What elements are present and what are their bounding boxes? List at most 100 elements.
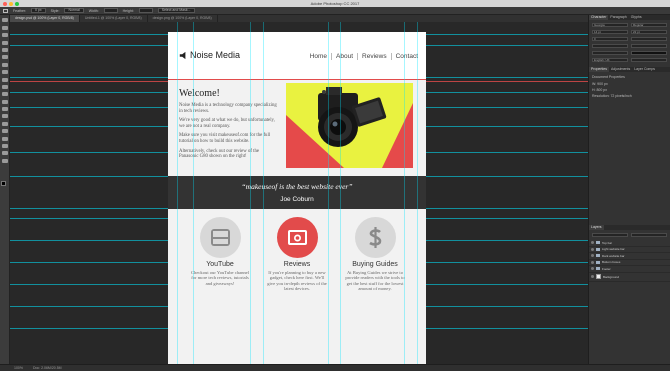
tab-character[interactable]: Character xyxy=(589,15,609,20)
tab-untitled-1[interactable]: Untitled-1 @ 100% (Layer 0, RGB/8) xyxy=(80,15,148,22)
marquee-tool-icon[interactable] xyxy=(2,25,8,30)
layer-row[interactable]: Background xyxy=(589,273,670,282)
welcome-paragraph: Alternatively, check out our review of t… xyxy=(179,148,260,160)
anti-alias-select[interactable] xyxy=(631,58,667,62)
language-select[interactable]: English: UK xyxy=(592,58,628,62)
font-size-input[interactable]: 14 pt xyxy=(592,30,628,34)
brush-tool-icon[interactable] xyxy=(2,70,8,75)
workspace[interactable]: Noise Media Home About Reviews Contact W… xyxy=(10,22,588,364)
properties-content: Document Properties W: 900 px H: 800 px … xyxy=(589,72,670,98)
tab-paragraph[interactable]: Paragraph xyxy=(608,15,628,20)
select-and-mask-button[interactable]: Select and Mask... xyxy=(157,8,195,13)
feature-card-youtube[interactable]: YouTube Checkout our YouTube channel for… xyxy=(189,217,251,286)
vertical-scale-input[interactable] xyxy=(592,44,628,48)
nav-reviews[interactable]: Reviews xyxy=(357,53,391,60)
layer-name: Bottom boxes xyxy=(602,260,621,265)
tracking-input[interactable]: 0 xyxy=(592,37,628,41)
site-logo[interactable]: Noise Media xyxy=(179,50,240,60)
hand-tool-icon[interactable] xyxy=(2,151,8,156)
guide-vertical[interactable] xyxy=(328,22,329,364)
crop-tool-icon[interactable] xyxy=(2,47,8,52)
type-tool-icon[interactable] xyxy=(2,129,8,134)
text-color-swatch[interactable] xyxy=(631,51,667,55)
font-family-select[interactable]: Georgia xyxy=(592,23,628,27)
style-select[interactable]: Normal xyxy=(64,8,84,13)
eyedropper-tool-icon[interactable] xyxy=(2,55,8,60)
eye-icon[interactable] xyxy=(591,275,594,278)
window-title: Adobe Photoshop CC 2017 xyxy=(310,1,360,6)
marquee-tool-icon[interactable] xyxy=(3,8,8,13)
horizontal-scale-input[interactable] xyxy=(631,44,667,48)
leading-input[interactable]: 22 pt xyxy=(631,30,667,34)
document-width: W: 900 px xyxy=(592,82,608,86)
feather-input[interactable]: 0 px xyxy=(31,8,46,13)
tab-layers[interactable]: Layers xyxy=(589,225,604,230)
tab-design-psd[interactable]: design.psd @ 100% (Layer 0, RGB/8) xyxy=(10,15,80,22)
eraser-tool-icon[interactable] xyxy=(2,92,8,97)
quick-select-tool-icon[interactable] xyxy=(2,40,8,45)
pen-tool-icon[interactable] xyxy=(2,121,8,126)
history-brush-tool-icon[interactable] xyxy=(2,84,8,89)
guide-vertical[interactable] xyxy=(404,22,405,364)
zoom-tool-icon[interactable] xyxy=(2,158,8,163)
kerning-input[interactable] xyxy=(631,37,667,41)
gradient-tool-icon[interactable] xyxy=(2,99,8,104)
clone-stamp-tool-icon[interactable] xyxy=(2,77,8,82)
eye-icon[interactable] xyxy=(591,260,594,264)
layer-filter-select[interactable] xyxy=(592,233,628,237)
height-input[interactable] xyxy=(138,8,153,13)
path-select-tool-icon[interactable] xyxy=(2,136,8,141)
zoom-level[interactable]: 100% xyxy=(14,365,23,371)
document-height: H: 800 px xyxy=(592,88,607,92)
guide-vertical[interactable] xyxy=(263,22,264,364)
feature-card-reviews[interactable]: Reviews If you're planning to buy a new … xyxy=(266,217,328,291)
guide-vertical[interactable] xyxy=(193,22,194,364)
properties-title: Document Properties xyxy=(592,75,625,79)
nav-about[interactable]: About xyxy=(331,53,357,60)
healing-brush-tool-icon[interactable] xyxy=(2,62,8,67)
folder-icon xyxy=(596,254,600,258)
tab-layer-comps[interactable]: Layer Comps xyxy=(632,67,657,72)
baseline-shift-input[interactable] xyxy=(592,51,628,55)
dodge-tool-icon[interactable] xyxy=(2,114,8,119)
guide-vertical[interactable] xyxy=(340,22,341,364)
width-input[interactable] xyxy=(103,8,118,13)
camera-icon xyxy=(287,230,307,245)
lasso-tool-icon[interactable] xyxy=(2,33,8,38)
tab-adjustments[interactable]: Adjustments xyxy=(609,67,632,72)
guide-vertical[interactable] xyxy=(250,22,251,364)
feature-circle xyxy=(276,217,318,258)
camera-hero-image xyxy=(286,83,413,168)
rectangle-tool-icon[interactable] xyxy=(2,144,8,149)
tab-glyphs[interactable]: Glyphs xyxy=(629,15,644,20)
eye-icon[interactable] xyxy=(591,267,594,271)
font-style-select[interactable]: Regular xyxy=(631,23,667,27)
feather-label: Feather: xyxy=(13,8,27,13)
feature-card-buying-guides[interactable]: Buying Guides At Buying Guides we strive… xyxy=(344,217,406,291)
testimonial-band: “makeuseof is the best website ever” Joe… xyxy=(168,176,426,209)
blur-tool-icon[interactable] xyxy=(2,107,8,112)
blend-mode-select[interactable] xyxy=(631,233,667,237)
move-tool-icon[interactable] xyxy=(2,18,8,23)
feature-circle xyxy=(199,217,241,258)
right-panels: Character Paragraph Glyphs Georgia Regul… xyxy=(588,15,670,364)
style-label: Style: xyxy=(50,8,60,13)
document-canvas[interactable]: Noise Media Home About Reviews Contact W… xyxy=(168,32,426,364)
testimonial-author: Joe Coburn xyxy=(280,196,314,203)
foreground-color-swatch[interactable] xyxy=(1,181,6,186)
eye-icon[interactable] xyxy=(591,247,594,251)
feature-title: YouTube xyxy=(206,261,234,268)
dollar-icon xyxy=(368,227,381,248)
eye-icon[interactable] xyxy=(591,241,594,245)
guide-vertical[interactable] xyxy=(417,22,418,364)
folder-icon xyxy=(596,260,600,264)
tab-properties[interactable]: Properties xyxy=(589,67,609,72)
eye-icon[interactable] xyxy=(591,254,594,258)
tab-design-png[interactable]: design.png @ 100% (Layer 0, RGB/8) xyxy=(148,15,218,22)
feature-description: If you're planning to buy a new gadget, … xyxy=(267,270,327,291)
width-label: Width: xyxy=(88,8,99,13)
guide-vertical[interactable] xyxy=(177,22,178,364)
welcome-section: Welcome! Noise Media is a technology com… xyxy=(179,88,279,164)
feature-description: Checkout our YouTube channel for more te… xyxy=(190,270,249,286)
welcome-paragraph: Noise Media is a technology company spec… xyxy=(179,103,277,114)
